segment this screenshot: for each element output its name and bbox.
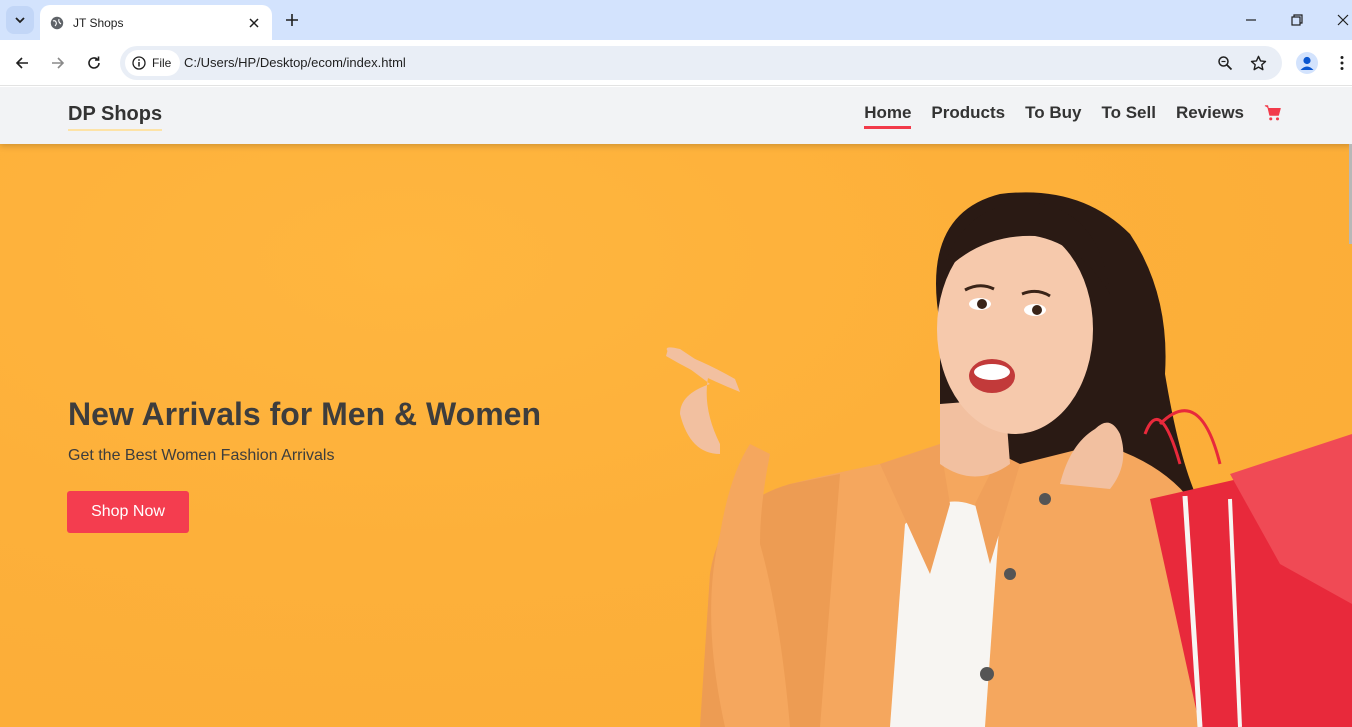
url-text[interactable]: C:/Users/HP/Desktop/ecom/index.html: [184, 55, 406, 70]
zoom-button[interactable]: [1215, 53, 1235, 73]
nav-to-buy[interactable]: To Buy: [1025, 103, 1081, 126]
nav-to-sell[interactable]: To Sell: [1101, 103, 1155, 126]
shop-now-button[interactable]: Shop Now: [67, 491, 189, 533]
globe-icon: [50, 16, 64, 29]
nav-products[interactable]: Products: [931, 103, 1005, 126]
back-button[interactable]: [10, 51, 34, 75]
restore-button[interactable]: [1285, 8, 1309, 32]
minimize-icon: [1246, 19, 1256, 21]
restore-icon: [1291, 14, 1303, 26]
page-viewport: DP Shops Home Products To Buy To Sell Re…: [0, 87, 1352, 727]
zoom-icon: [1218, 56, 1233, 71]
cart-icon[interactable]: [1264, 104, 1282, 122]
site-info-label: File: [152, 56, 172, 70]
address-bar[interactable]: File C:/Users/HP/Desktop/ecom/index.html: [120, 46, 1282, 80]
forward-button[interactable]: [46, 51, 70, 75]
plus-icon: [286, 14, 298, 26]
bookmark-button[interactable]: [1248, 53, 1268, 73]
info-icon: [132, 56, 146, 70]
tab-close-button[interactable]: [246, 15, 262, 31]
browser-tab[interactable]: JT Shops: [40, 5, 272, 40]
site-header: DP Shops Home Products To Buy To Sell Re…: [0, 87, 1352, 144]
arrow-left-icon: [15, 57, 28, 69]
arrow-right-icon: [52, 57, 65, 69]
close-icon: [1337, 14, 1349, 26]
close-icon: [249, 17, 259, 28]
window-close-button[interactable]: [1331, 8, 1352, 32]
site-info-chip[interactable]: File: [125, 50, 181, 76]
nav-home[interactable]: Home: [864, 103, 912, 129]
more-vertical-icon: [1340, 56, 1344, 70]
new-tab-button[interactable]: [282, 10, 302, 30]
hero-woman-shopping-image: [666, 192, 1352, 727]
main-nav: Home Products To Buy To Sell Reviews: [844, 103, 1282, 129]
nav-reviews[interactable]: Reviews: [1176, 103, 1244, 126]
user-avatar-icon: [1300, 56, 1314, 70]
minimize-button[interactable]: [1239, 8, 1263, 32]
star-icon: [1250, 55, 1266, 70]
browser-toolbar: File C:/Users/HP/Desktop/ecom/index.html: [0, 40, 1352, 86]
site-logo[interactable]: DP Shops: [68, 103, 163, 131]
tab-title: JT Shops: [73, 15, 124, 30]
hero-subtitle: Get the Best Women Fashion Arrivals: [68, 447, 335, 464]
browser-menu-button[interactable]: [1334, 52, 1350, 74]
browser-tab-strip: JT Shops: [0, 0, 1352, 40]
tab-search-button[interactable]: [6, 6, 34, 34]
hero-banner: New Arrivals for Men & Women Get the Bes…: [0, 144, 1352, 727]
reload-button[interactable]: [82, 51, 106, 75]
profile-button[interactable]: [1296, 52, 1318, 74]
hero-title: New Arrivals for Men & Women: [68, 396, 541, 432]
chevron-down-icon: [15, 17, 25, 24]
reload-icon: [88, 56, 100, 69]
